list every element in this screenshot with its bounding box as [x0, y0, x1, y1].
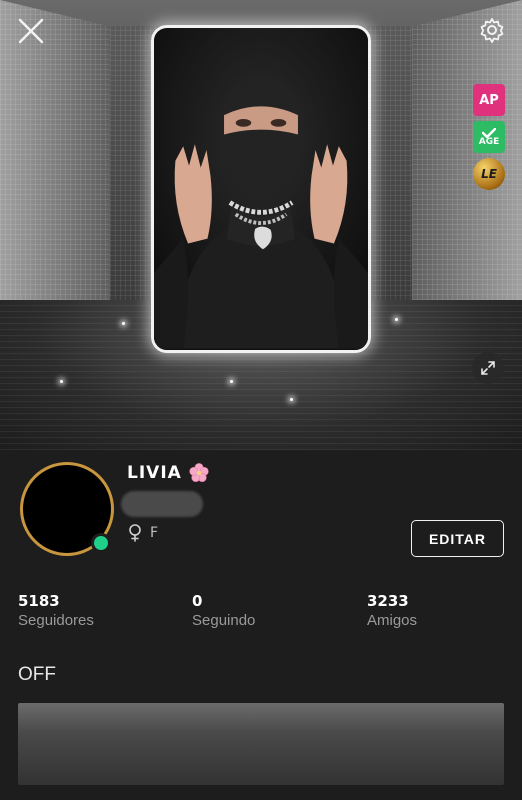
sparkle: [395, 318, 398, 321]
settings-button[interactable]: [476, 14, 508, 46]
close-button[interactable]: [14, 14, 48, 48]
sparkle: [60, 380, 63, 383]
badge-age[interactable]: AGE: [473, 121, 505, 153]
badge-ap[interactable]: AP: [473, 84, 505, 116]
stat-friends-value: 3233: [367, 592, 409, 610]
expand-button[interactable]: [472, 352, 504, 384]
edit-profile-button[interactable]: EDITAR: [411, 520, 504, 557]
female-icon: [129, 524, 141, 542]
check-icon: [482, 127, 496, 138]
stat-followers-label: Seguidores: [18, 612, 94, 629]
stat-followers-value: 5183: [18, 592, 60, 610]
stat-followers[interactable]: 5183 Seguidores: [18, 592, 94, 629]
user-name: LIVIA: [127, 463, 182, 483]
badge-le[interactable]: LE: [473, 158, 505, 190]
stat-following[interactable]: 0 Seguindo: [192, 592, 255, 629]
flower-icon: [189, 463, 209, 482]
badge-ap-label: AP: [479, 92, 499, 108]
gender-row: F: [128, 524, 158, 542]
stat-following-value: 0: [192, 592, 203, 610]
gear-icon: [480, 18, 504, 43]
stat-following-label: Seguindo: [192, 612, 256, 629]
expand-icon: [481, 361, 495, 375]
badge-column: AP AGE LE: [473, 84, 505, 195]
badge-age-label: AGE: [478, 136, 500, 147]
cover-left-wall: [0, 0, 110, 330]
featured-photo[interactable]: [151, 25, 371, 353]
sparkle: [122, 322, 125, 325]
stats-row: 5183 Seguidores 0 Seguindo 3233 Amigos: [0, 592, 522, 632]
featured-photo-image: [154, 29, 368, 349]
stat-friends-label: Amigos: [367, 612, 418, 629]
gender-label: F: [150, 525, 159, 541]
status-text: OFF: [18, 664, 56, 685]
badge-le-label: LE: [481, 167, 497, 181]
close-icon: [18, 18, 44, 44]
online-status-indicator: [91, 533, 111, 553]
stat-friends[interactable]: 3233 Amigos: [367, 592, 417, 629]
sparkle: [290, 398, 293, 401]
profile-cover: AP AGE LE: [0, 0, 522, 450]
name-row: LIVIA: [127, 462, 210, 484]
cover-right-wall: [412, 0, 522, 330]
bio-card[interactable]: [18, 703, 504, 785]
redacted-username: [121, 491, 203, 517]
sparkle: [230, 380, 233, 383]
